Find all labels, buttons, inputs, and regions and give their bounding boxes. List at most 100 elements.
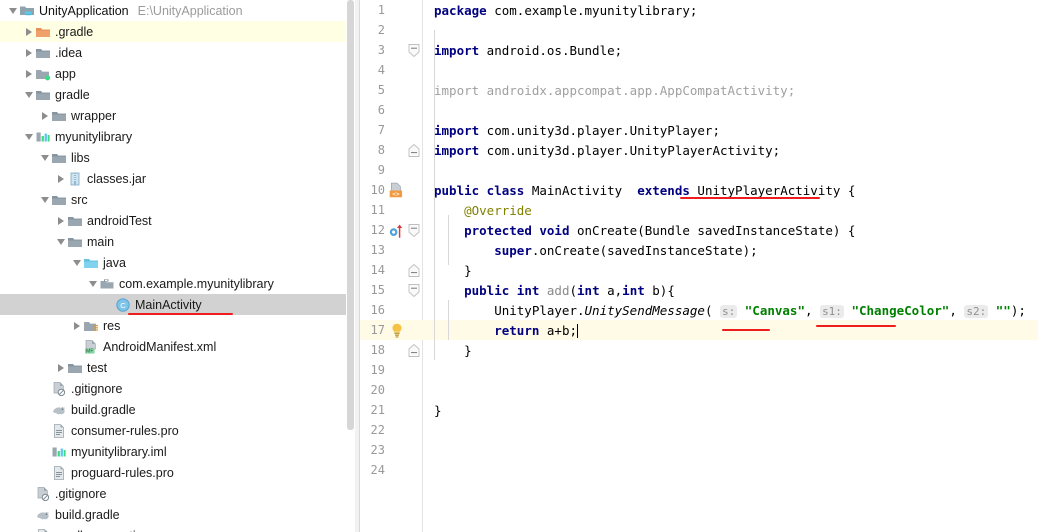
chevron-down-icon[interactable] — [38, 154, 51, 161]
code-line[interactable]: 16 UnityPlayer.UnitySendMessage( s: "Can… — [360, 300, 1038, 320]
tree-item-libs[interactable]: libs — [0, 147, 355, 168]
tree-item-androidtest[interactable]: androidTest — [0, 210, 355, 231]
line-number: 18 — [370, 343, 385, 357]
code-editor[interactable]: 1 package com.example.myunitylibrary; 2 3 im… — [360, 0, 1038, 532]
tree-item-java[interactable]: java — [0, 252, 355, 273]
code-line[interactable]: 17 return a+b; — [360, 320, 1038, 340]
code-line[interactable]: 22 — [360, 420, 1038, 440]
chevron-right-icon[interactable] — [54, 216, 67, 225]
chevron-right-icon[interactable] — [70, 321, 83, 330]
annotation-underline-mainactivity — [128, 313, 233, 315]
tree-item-build-gradle[interactable]: build.gradle — [0, 504, 355, 525]
chevron-down-icon[interactable] — [22, 91, 35, 98]
code-line[interactable]: 6 — [360, 100, 1038, 120]
code-line[interactable]: 20 — [360, 380, 1038, 400]
code-lines[interactable]: 1 package com.example.myunitylibrary; 2 3 im… — [360, 0, 1038, 480]
folder-icon — [35, 87, 51, 103]
chevron-right-icon[interactable] — [54, 363, 67, 372]
tree-item-proguard-rules-pro[interactable]: proguard-rules.pro — [0, 462, 355, 483]
line-number: 9 — [377, 163, 385, 177]
fold-toggle-icon[interactable] — [406, 280, 422, 300]
chevron-down-icon[interactable] — [6, 7, 19, 14]
folder-icon — [35, 45, 51, 61]
fold-slot — [406, 160, 422, 180]
sidebar-scrollbar[interactable] — [346, 0, 355, 532]
code-line[interactable]: 9 — [360, 160, 1038, 180]
tree-item-wrapper[interactable]: wrapper — [0, 105, 355, 126]
code-line[interactable]: 23 — [360, 440, 1038, 460]
fold-toggle-icon[interactable] — [406, 220, 422, 240]
chevron-down-icon[interactable] — [70, 259, 83, 266]
code-line[interactable]: 8 import com.unity3d.player.UnityPlayerAc… — [360, 140, 1038, 160]
tree-item-build-gradle[interactable]: build.gradle — [0, 399, 355, 420]
chevron-right-icon[interactable] — [22, 27, 35, 36]
line-number: 12 — [370, 223, 385, 237]
tree-item-myunitylibrary[interactable]: myunitylibrary — [0, 126, 355, 147]
code-line[interactable]: 18 } — [360, 340, 1038, 360]
tree-item-classes-jar[interactable]: classes.jar — [0, 168, 355, 189]
line-number: 16 — [370, 303, 385, 317]
chevron-right-icon[interactable] — [54, 174, 67, 183]
project-tree-panel[interactable]: UnityApplication E:\UnityApplication .grad… — [0, 0, 355, 532]
code-line[interactable]: 11 @Override — [360, 200, 1038, 220]
code-line[interactable]: 3 import android.os.Bundle; — [360, 40, 1038, 60]
code-line[interactable]: 2 — [360, 20, 1038, 40]
tree-item-myunitylibrary-iml[interactable]: myunitylibrary.iml — [0, 441, 355, 462]
code-line[interactable]: 19 — [360, 360, 1038, 380]
tree-item-androidmanifest-xml[interactable]: MF AndroidManifest.xml — [0, 336, 355, 357]
chevron-right-icon[interactable] — [38, 111, 51, 120]
project-tree[interactable]: UnityApplication E:\UnityApplication .grad… — [0, 0, 355, 532]
fold-toggle-icon[interactable] — [406, 140, 422, 160]
chevron-down-icon[interactable] — [22, 133, 35, 140]
tree-item-mainactivity[interactable]: C MainActivity — [0, 294, 355, 315]
module-library-icon — [35, 129, 51, 145]
tree-item-consumer-rules-pro[interactable]: consumer-rules.pro — [0, 420, 355, 441]
tree-item-com-example-myunitylibrary[interactable]: com.example.myunitylibrary — [0, 273, 355, 294]
tree-item-gitignore[interactable]: .gitignore — [0, 378, 355, 399]
chevron-down-icon[interactable] — [38, 196, 51, 203]
line-number: 3 — [377, 43, 385, 57]
tree-item-gradle[interactable]: .gradle — [0, 21, 355, 42]
tree-item-idea[interactable]: .idea — [0, 42, 355, 63]
gutter-slot — [386, 40, 406, 60]
fold-toggle-icon[interactable] — [406, 340, 422, 360]
sidebar-scrollbar-thumb[interactable] — [347, 0, 354, 430]
tree-item-main[interactable]: main — [0, 231, 355, 252]
gutter-slot — [386, 360, 406, 380]
code-line[interactable]: 14 } — [360, 260, 1038, 280]
tree-item-src[interactable]: src — [0, 189, 355, 210]
chevron-down-icon[interactable] — [54, 238, 67, 245]
folder-icon — [67, 234, 83, 250]
chevron-right-icon[interactable] — [22, 48, 35, 57]
code-line[interactable]: 7 import com.unity3d.player.UnityPlayer; — [360, 120, 1038, 140]
code-line[interactable]: 4 — [360, 60, 1038, 80]
code-line[interactable]: 5 import androidx.appcompat.app.AppCompat… — [360, 80, 1038, 100]
chevron-down-icon[interactable] — [86, 280, 99, 287]
fold-slot — [406, 80, 422, 100]
tree-item-label: res — [103, 318, 121, 333]
intention-bulb-icon[interactable] — [386, 320, 406, 340]
chevron-right-icon[interactable] — [22, 69, 35, 78]
gutter-slot — [386, 60, 406, 80]
code-line[interactable]: 13 super.onCreate(savedInstanceState); — [360, 240, 1038, 260]
code-line[interactable]: 15 public int add(int a,int b){ — [360, 280, 1038, 300]
fold-toggle-icon[interactable] — [406, 40, 422, 60]
code-line[interactable]: 24 — [360, 460, 1038, 480]
override-method-icon[interactable] — [386, 220, 406, 240]
code-line[interactable]: 12 protected void onCreate(Bundle savedI… — [360, 220, 1038, 240]
tree-item-label: consumer-rules.pro — [71, 423, 179, 438]
line-number: 17 — [370, 323, 385, 337]
tree-item-gradle[interactable]: gradle — [0, 84, 355, 105]
class-marker-icon[interactable]: <> — [386, 180, 406, 200]
code-line[interactable]: 1 package com.example.myunitylibrary; — [360, 0, 1038, 20]
tree-item-test[interactable]: test — [0, 357, 355, 378]
annotation-underline-changecolor — [816, 325, 896, 327]
code-line[interactable]: 21} — [360, 400, 1038, 420]
tree-item-gradle-properties[interactable]: gradle.properties — [0, 525, 355, 532]
fold-toggle-icon[interactable] — [406, 260, 422, 280]
tree-item-gitignore[interactable]: .gitignore — [0, 483, 355, 504]
tree-item-res[interactable]: res — [0, 315, 355, 336]
gradle-file-icon — [35, 507, 51, 523]
tree-item-app[interactable]: app — [0, 63, 355, 84]
tree-item-unityapplication[interactable]: UnityApplication E:\UnityApplication — [0, 0, 355, 21]
